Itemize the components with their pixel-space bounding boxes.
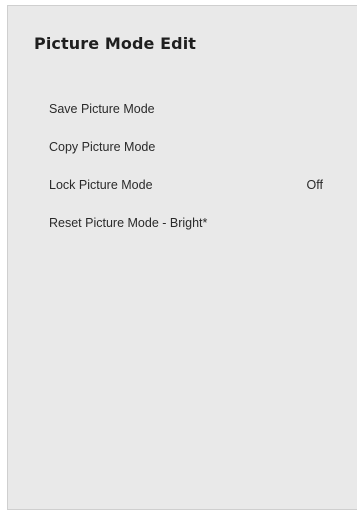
picture-mode-edit-panel: Picture Mode Edit Save Picture Mode Copy… — [7, 5, 357, 510]
menu-item-label: Lock Picture Mode — [49, 178, 153, 192]
menu-item-reset-picture-mode[interactable]: Reset Picture Mode - Bright* — [8, 204, 357, 242]
menu-item-label: Reset Picture Mode - Bright* — [49, 216, 208, 230]
page-title: Picture Mode Edit — [34, 34, 197, 53]
menu-item-copy-picture-mode[interactable]: Copy Picture Mode — [8, 128, 357, 166]
menu-item-label: Save Picture Mode — [49, 102, 155, 116]
menu-item-lock-picture-mode[interactable]: Lock Picture Mode Off — [8, 166, 357, 204]
menu-item-label: Copy Picture Mode — [49, 140, 156, 154]
menu-item-save-picture-mode[interactable]: Save Picture Mode — [8, 90, 357, 128]
picture-mode-menu: Save Picture Mode Copy Picture Mode Lock… — [8, 90, 357, 242]
lock-picture-mode-value: Off — [306, 178, 323, 192]
